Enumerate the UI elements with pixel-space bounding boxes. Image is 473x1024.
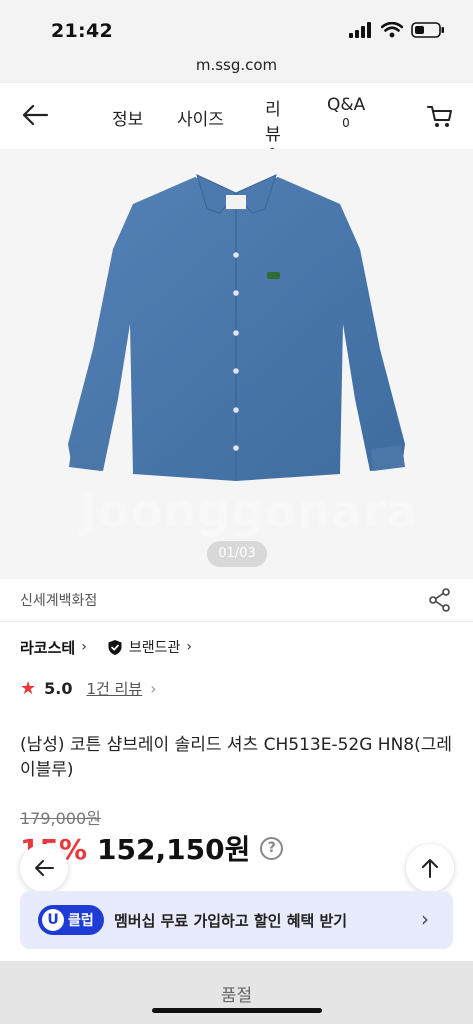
sale-price: 152,150원 xyxy=(97,833,251,866)
chevron-right-icon: › xyxy=(186,639,192,655)
help-icon[interactable]: ? xyxy=(260,836,284,860)
u-club-badge: U 클럽 xyxy=(38,905,104,935)
chevron-right-icon: › xyxy=(81,639,87,655)
address-bar[interactable]: m.ssg.com xyxy=(0,50,473,82)
product-image-gallery[interactable]: Joonggonara 01/03 xyxy=(0,149,473,579)
status-bar: 21:42 xyxy=(0,0,473,50)
brand-row: 라코스테 › 브랜드관 › xyxy=(20,636,192,658)
rating-row: ★ 5.0 1건 리뷰 › xyxy=(20,678,157,699)
tab-qna[interactable]: Q&A 0 xyxy=(327,95,365,130)
chevron-right-icon: › xyxy=(421,907,429,931)
tab-size[interactable]: 사이즈 xyxy=(177,105,224,130)
floating-back-button[interactable] xyxy=(20,844,68,892)
soldout-bar: 품절 xyxy=(0,961,473,1024)
image-counter: 01/03 xyxy=(207,541,267,567)
u-badge-label: 클럽 xyxy=(68,913,94,929)
scroll-to-top-button[interactable] xyxy=(406,844,454,892)
status-icons xyxy=(349,22,445,38)
soldout-label: 품절 xyxy=(220,986,253,1006)
battery-icon xyxy=(411,22,444,38)
review-count-link[interactable]: 1건 리뷰 xyxy=(86,678,142,699)
arrow-up-icon xyxy=(422,859,438,878)
share-icon xyxy=(429,588,450,612)
tab-qna-label: Q&A xyxy=(327,95,366,115)
cart-button[interactable] xyxy=(427,105,453,129)
status-time: 21:42 xyxy=(51,20,113,42)
tab-qna-count: 0 xyxy=(342,116,350,130)
arrow-left-icon xyxy=(35,860,54,876)
original-price: 179,000원 xyxy=(20,809,101,828)
wifi-icon xyxy=(381,22,403,38)
tab-review-label: 리뷰 xyxy=(265,100,281,145)
back-button[interactable] xyxy=(20,103,50,127)
verified-shield-icon xyxy=(108,639,122,655)
membership-text: 멤버십 무료 가입하고 할인 혜택 받기 xyxy=(114,912,348,930)
brand-shop-link[interactable]: 브랜드관 xyxy=(129,637,181,657)
brand-name-link[interactable]: 라코스테 xyxy=(20,637,75,658)
membership-banner[interactable]: U 클럽 멤버십 무료 가입하고 할인 혜택 받기 › xyxy=(20,891,453,949)
u-badge-letter: U xyxy=(42,909,64,931)
signal-icon xyxy=(349,22,371,38)
arrow-left-icon xyxy=(22,104,49,126)
share-button[interactable] xyxy=(429,588,451,612)
store-name[interactable]: 신세계백화점 xyxy=(20,590,97,610)
tab-info[interactable]: 정보 xyxy=(112,105,143,130)
rating-value: 5.0 xyxy=(44,679,73,698)
tab-info-label: 정보 xyxy=(112,110,144,130)
product-header-nav: 정보 사이즈 리뷰 1 Q&A 0 xyxy=(0,82,473,160)
home-indicator xyxy=(152,1008,322,1013)
url-text: m.ssg.com xyxy=(195,56,278,74)
tab-size-label: 사이즈 xyxy=(177,110,224,130)
star-icon: ★ xyxy=(20,678,37,699)
watermark-text: Joonggonara xyxy=(80,484,420,538)
product-title: (남성) 코튼 샴브레이 솔리드 셔츠 CH513E-52G HN8(그레이블루… xyxy=(20,735,453,780)
chevron-right-icon: › xyxy=(150,679,157,698)
store-row: 신세계백화점 xyxy=(0,580,473,622)
cart-icon xyxy=(427,106,452,127)
